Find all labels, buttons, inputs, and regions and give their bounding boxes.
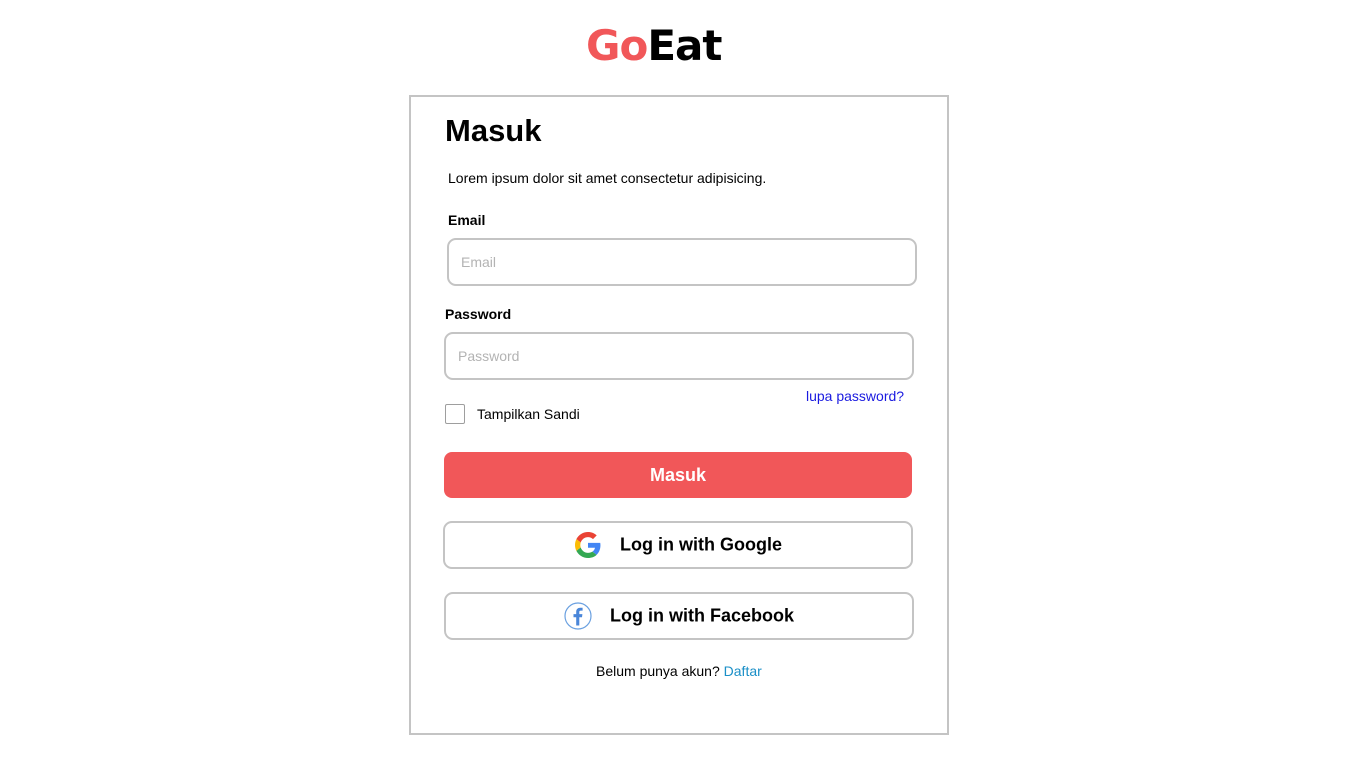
login-button[interactable]: Masuk [444, 452, 912, 498]
facebook-login-label: Log in with Facebook [610, 605, 794, 626]
signup-prompt: Belum punya akun? Daftar [596, 663, 762, 679]
signup-prompt-text: Belum punya akun? [596, 663, 720, 679]
signup-link[interactable]: Daftar [724, 663, 762, 679]
show-password-label: Tampilkan Sandi [477, 406, 580, 422]
facebook-icon [564, 602, 592, 630]
goeat-logo: Go Eat [586, 20, 722, 70]
email-field[interactable] [447, 238, 917, 286]
facebook-login-button[interactable]: Log in with Facebook [444, 592, 914, 640]
email-label: Email [448, 212, 486, 228]
show-password-checkbox[interactable] [445, 404, 465, 424]
page-subtitle: Lorem ipsum dolor sit amet consectetur a… [448, 170, 767, 186]
logo-part-eat: Eat [647, 20, 722, 70]
password-label: Password [445, 306, 512, 322]
google-login-label: Log in with Google [620, 534, 782, 555]
google-login-button[interactable]: Log in with Google [443, 521, 913, 569]
logo-part-go: Go [586, 20, 648, 70]
page-title: Masuk [445, 113, 542, 148]
google-icon [575, 532, 601, 558]
forgot-password-link[interactable]: lupa password? [806, 388, 904, 404]
password-field[interactable] [444, 332, 914, 380]
